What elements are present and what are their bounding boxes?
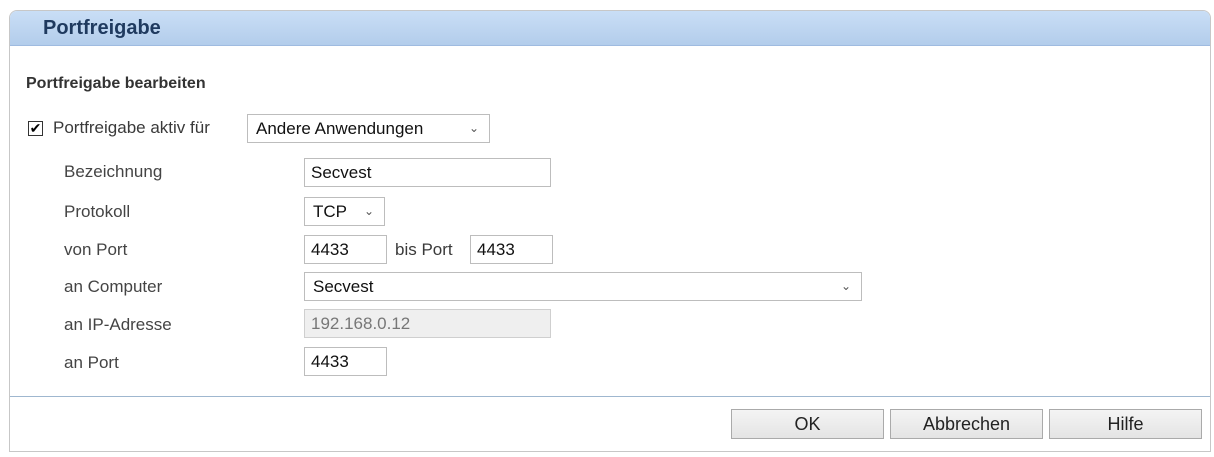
bis-port-input[interactable] [470,235,553,264]
chevron-down-icon: ⌄ [468,121,479,135]
ip-label: an IP-Adresse [64,315,172,334]
port-input[interactable] [304,347,387,376]
checkmark-icon: ✔ [29,119,42,136]
port-label: an Port [64,353,119,372]
port-forwarding-panel: Portfreigabe Portfreigabe bearbeiten ✔ P… [9,10,1211,452]
computer-select[interactable]: Secvest ⌄ [304,272,862,301]
protokoll-select[interactable]: TCP ⌄ [304,197,385,226]
application-select-value: Andere Anwendungen [256,118,424,138]
panel-title: Portfreigabe [10,11,1210,46]
protokoll-select-value: TCP [313,201,347,221]
section-title: Portfreigabe bearbeiten [26,75,206,92]
computer-select-value: Secvest [313,276,374,296]
application-select[interactable]: Andere Anwendungen ⌄ [247,114,490,143]
bezeichnung-label: Bezeichnung [64,162,163,181]
help-button[interactable]: Hilfe [1049,409,1202,439]
footer-divider [10,396,1210,397]
ok-button[interactable]: OK [731,409,884,439]
bezeichnung-input[interactable] [304,158,551,187]
active-label: Portfreigabe aktiv für [53,118,210,137]
chevron-down-icon: ⌄ [363,204,374,218]
cancel-button[interactable]: Abbrechen [890,409,1043,439]
von-port-label: von Port [64,240,128,259]
von-port-input[interactable] [304,235,387,264]
active-row: ✔ Portfreigabe aktiv für [28,118,210,138]
active-checkbox[interactable]: ✔ [28,119,43,136]
ip-input [304,309,551,338]
computer-label: an Computer [64,277,163,296]
chevron-down-icon: ⌄ [840,279,851,293]
bis-port-label: bis Port [395,240,453,259]
protokoll-label: Protokoll [64,202,131,221]
